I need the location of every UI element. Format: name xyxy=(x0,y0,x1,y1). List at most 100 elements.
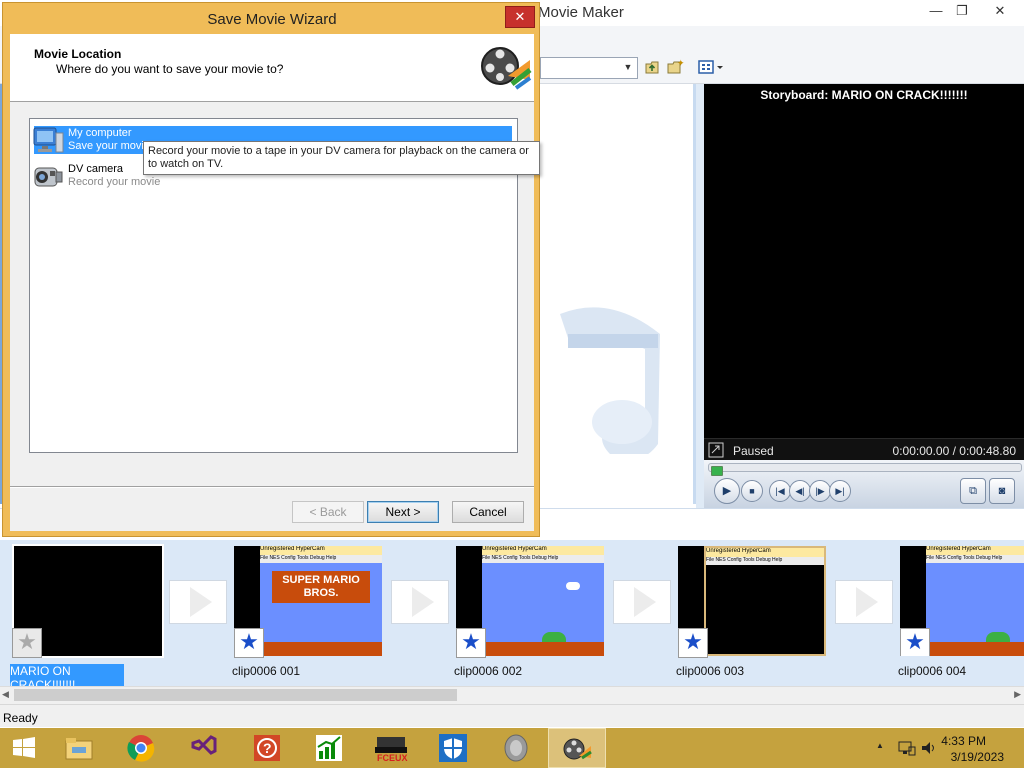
next-button[interactable]: Next > xyxy=(367,501,439,523)
camera-icon: ◙ xyxy=(998,485,1006,497)
footer-divider xyxy=(10,486,534,488)
new-folder-button[interactable]: ✦ xyxy=(666,58,685,76)
fullscreen-icon[interactable] xyxy=(708,442,724,458)
thumb-menu: File NES Config Tools Debug Help xyxy=(482,555,604,563)
storyboard-clip[interactable]: ★ xyxy=(12,544,164,658)
view-grid-icon xyxy=(698,60,723,74)
status-bar: Ready xyxy=(0,704,1024,727)
file-explorer-icon xyxy=(65,738,93,760)
stop-icon: ■ xyxy=(749,486,755,496)
seek-thumb[interactable] xyxy=(711,466,723,476)
svg-text:✦: ✦ xyxy=(677,58,684,68)
taskbar-defender[interactable] xyxy=(424,728,482,768)
black-thumbnail: Unregistered HyperCam File NES Config To… xyxy=(704,546,826,656)
transition-slot[interactable] xyxy=(169,580,227,624)
previous-frame-button[interactable]: ◀| xyxy=(789,480,811,502)
skip-forward-icon: ▶| xyxy=(835,486,845,496)
thumb-caption: Unregistered HyperCam xyxy=(926,546,1024,555)
option-dv-camera-title[interactable]: DV camera xyxy=(68,163,123,175)
taskbar-help[interactable]: ? xyxy=(238,728,296,768)
back-button[interactable]: |◀ xyxy=(769,480,791,502)
chrome-icon xyxy=(127,735,155,762)
option-my-computer-title[interactable]: My computer xyxy=(68,127,132,139)
clock-date[interactable]: 3/19/2023 xyxy=(951,750,1004,764)
restore-button[interactable]: ❐ xyxy=(947,0,977,22)
storyboard-scrollbar[interactable]: ◀ ▶ xyxy=(0,686,1024,704)
svg-text:?: ? xyxy=(263,740,272,756)
taskbar-file-explorer[interactable] xyxy=(50,728,108,768)
taskbar-fceux[interactable]: FCEUX xyxy=(362,728,420,768)
defender-shield-icon xyxy=(439,734,467,762)
restore-icon: ❐ xyxy=(956,3,968,18)
fceux-icon: FCEUX xyxy=(375,737,408,763)
minimize-icon: — xyxy=(929,3,943,18)
transition-slot[interactable] xyxy=(613,580,671,624)
mario-title-logo: SUPER MARIO BROS. xyxy=(272,571,370,603)
dv-camera-icon[interactable] xyxy=(32,162,64,192)
take-picture-button[interactable]: ◙ xyxy=(989,478,1015,504)
clip-label[interactable]: clip0006 004 xyxy=(898,664,1018,678)
playback-controls: ▶ ■ |◀ ◀| |▶ ▶| ⧉ ◙ xyxy=(704,460,1024,508)
storyboard-clip[interactable]: Unregistered HyperCam File NES Config To… xyxy=(900,546,1024,656)
taskbar-movie-maker[interactable] xyxy=(548,728,606,768)
skip-back-icon: |◀ xyxy=(775,486,785,496)
start-icon xyxy=(13,737,35,758)
back-button[interactable]: < Back xyxy=(292,501,364,523)
view-options-button[interactable] xyxy=(698,58,726,76)
taskbar-chrome[interactable] xyxy=(112,728,170,768)
tray-up-arrow-icon[interactable]: ▲ xyxy=(876,741,884,750)
effects-star-icon[interactable]: ★ xyxy=(234,628,264,658)
dv-camera-tooltip: Record your movie to a tape in your DV c… xyxy=(143,141,540,175)
play-button[interactable]: ▶ xyxy=(714,478,740,504)
thumb-menu: File NES Config Tools Debug Help xyxy=(260,555,382,563)
storyboard-clip[interactable]: Unregistered HyperCam File NES Config To… xyxy=(234,546,382,658)
storyboard-clip[interactable]: Unregistered HyperCam File NES Config To… xyxy=(456,546,604,658)
thumb-caption: Unregistered HyperCam xyxy=(482,546,604,555)
preview-monitor: Storyboard: MARIO ON CRACK!!!!!!! Paused… xyxy=(704,84,1024,508)
collections-dropdown[interactable]: ▼ xyxy=(540,57,638,79)
stop-button[interactable]: ■ xyxy=(741,480,763,502)
next-frame-icon: |▶ xyxy=(815,486,825,496)
close-icon: ✕ xyxy=(514,9,526,24)
speaker-icon xyxy=(504,734,528,762)
computer-icon[interactable] xyxy=(32,125,64,155)
cancel-button[interactable]: Cancel xyxy=(452,501,524,523)
mario-title-thumbnail: Unregistered HyperCam File NES Config To… xyxy=(260,546,382,656)
effects-star-icon[interactable]: ★ xyxy=(678,628,708,658)
start-button[interactable] xyxy=(0,728,48,768)
effects-star-icon[interactable]: ★ xyxy=(12,628,42,658)
effects-star-icon[interactable]: ★ xyxy=(456,628,486,658)
clip-label[interactable]: clip0006 001 xyxy=(232,664,380,678)
up-folder-button[interactable] xyxy=(643,58,661,76)
wizard-subheading: Where do you want to save your movie to? xyxy=(56,62,284,76)
transition-slot[interactable] xyxy=(835,580,893,624)
scroll-left-icon[interactable]: ◀ xyxy=(2,689,9,700)
split-clip-button[interactable]: ⧉ xyxy=(960,478,986,504)
taskbar-speaker[interactable] xyxy=(487,728,545,768)
wizard-heading: Movie Location xyxy=(34,47,122,61)
clock-time[interactable]: 4:33 PM xyxy=(941,734,986,748)
clip-label[interactable]: clip0006 003 xyxy=(676,664,824,678)
volume-icon[interactable] xyxy=(920,740,938,756)
previous-frame-icon: ◀| xyxy=(795,486,805,496)
scroll-right-icon[interactable]: ▶ xyxy=(1014,689,1021,700)
effects-star-icon[interactable]: ★ xyxy=(900,628,930,656)
dialog-close-button[interactable]: ✕ xyxy=(505,6,535,28)
pane-splitter[interactable] xyxy=(696,84,704,508)
taskbar-stock-chart[interactable] xyxy=(300,728,358,768)
taskbar-visual-studio[interactable] xyxy=(175,728,233,768)
option-dv-camera-description[interactable]: Record your movie xyxy=(68,176,160,188)
scrollbar-thumb[interactable] xyxy=(14,689,457,701)
svg-text:FCEUX: FCEUX xyxy=(377,753,408,763)
clip-label[interactable]: clip0006 002 xyxy=(454,664,602,678)
forward-button[interactable]: ▶| xyxy=(829,480,851,502)
main-close-button[interactable]: ✕ xyxy=(985,0,1015,22)
thumb-menu: File NES Config Tools Debug Help xyxy=(706,557,824,565)
storyboard[interactable]: ★ MARIO ON CRACK!!!!!!! Unregistered Hyp… xyxy=(0,540,1024,692)
next-frame-button[interactable]: |▶ xyxy=(809,480,831,502)
network-icon[interactable] xyxy=(898,740,916,756)
seek-bar[interactable] xyxy=(708,463,1022,476)
storyboard-clip[interactable]: Unregistered HyperCam File NES Config To… xyxy=(678,546,826,658)
preview-status-bar: Paused 0:00:00.00 / 0:00:48.80 xyxy=(704,438,1024,461)
transition-slot[interactable] xyxy=(391,580,449,624)
